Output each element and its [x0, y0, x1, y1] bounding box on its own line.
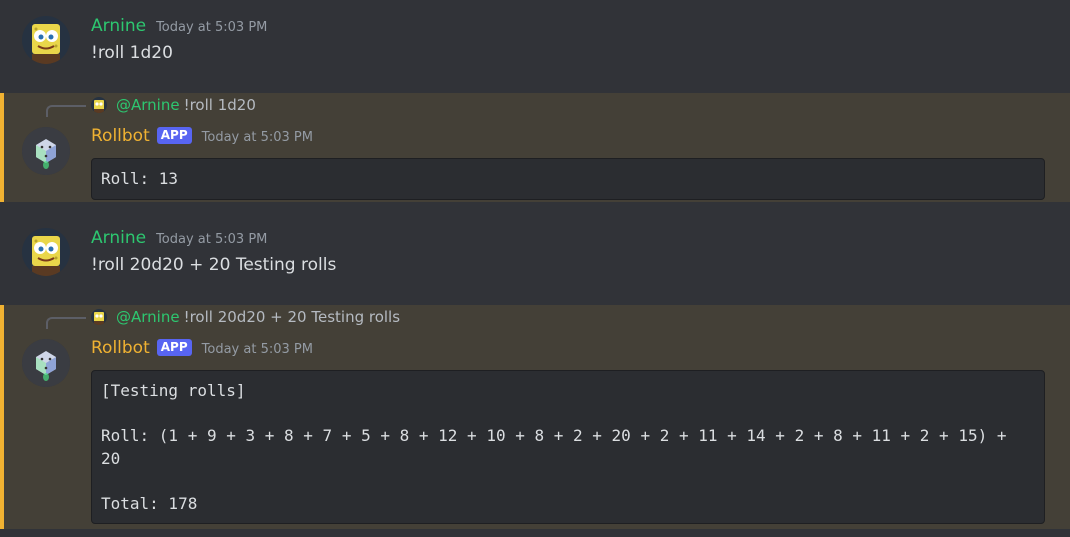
bot-avatar-icon[interactable]	[22, 339, 70, 387]
app-badge: APP	[156, 127, 192, 144]
reply-connector	[46, 317, 86, 329]
author-name[interactable]: Arnine	[91, 228, 146, 248]
mention-highlight-bar	[0, 93, 4, 202]
author-name[interactable]: Arnine	[91, 16, 146, 36]
app-badge: APP	[156, 339, 192, 356]
timestamp: Today at 5:03 PM	[156, 20, 268, 35]
timestamp: Today at 5:03 PM	[156, 232, 268, 247]
message-bot-1: @Arnine !roll 1d20 Rollbot APP Today at …	[0, 93, 1070, 202]
mention-highlight-bar	[0, 305, 4, 529]
message-bot-2: @Arnine !roll 20d20 + 20 Testing rolls R…	[0, 305, 1070, 529]
message-user-2: Arnine Today at 5:03 PM !roll 20d20 + 20…	[0, 202, 1070, 305]
reply-text[interactable]: !roll 20d20 + 20 Testing rolls	[184, 308, 400, 326]
message-content: !roll 20d20 + 20 Testing rolls	[91, 255, 337, 275]
reply-avatar-icon	[91, 97, 107, 113]
reply-avatar-icon	[91, 309, 107, 325]
code-block: [Testing rolls] Roll: (1 + 9 + 3 + 8 + 7…	[91, 370, 1045, 524]
reply-mention[interactable]: @Arnine	[116, 96, 180, 114]
reply-preview[interactable]: @Arnine !roll 20d20 + 20 Testing rolls	[91, 307, 400, 327]
reply-connector	[46, 105, 86, 117]
reply-preview[interactable]: @Arnine !roll 1d20	[91, 95, 256, 115]
author-name[interactable]: Rollbot	[91, 126, 150, 146]
bot-avatar-icon[interactable]	[22, 127, 70, 175]
timestamp: Today at 5:03 PM	[201, 342, 313, 357]
user-avatar-icon[interactable]	[22, 16, 70, 64]
reply-text[interactable]: !roll 1d20	[184, 96, 256, 114]
user-avatar-icon[interactable]	[22, 228, 70, 276]
code-block: Roll: 13	[91, 158, 1045, 200]
message-user-1: Arnine Today at 5:03 PM !roll 1d20	[0, 0, 1070, 93]
reply-mention[interactable]: @Arnine	[116, 308, 180, 326]
timestamp: Today at 5:03 PM	[201, 130, 313, 145]
author-name[interactable]: Rollbot	[91, 338, 150, 358]
message-content: !roll 1d20	[91, 43, 173, 63]
